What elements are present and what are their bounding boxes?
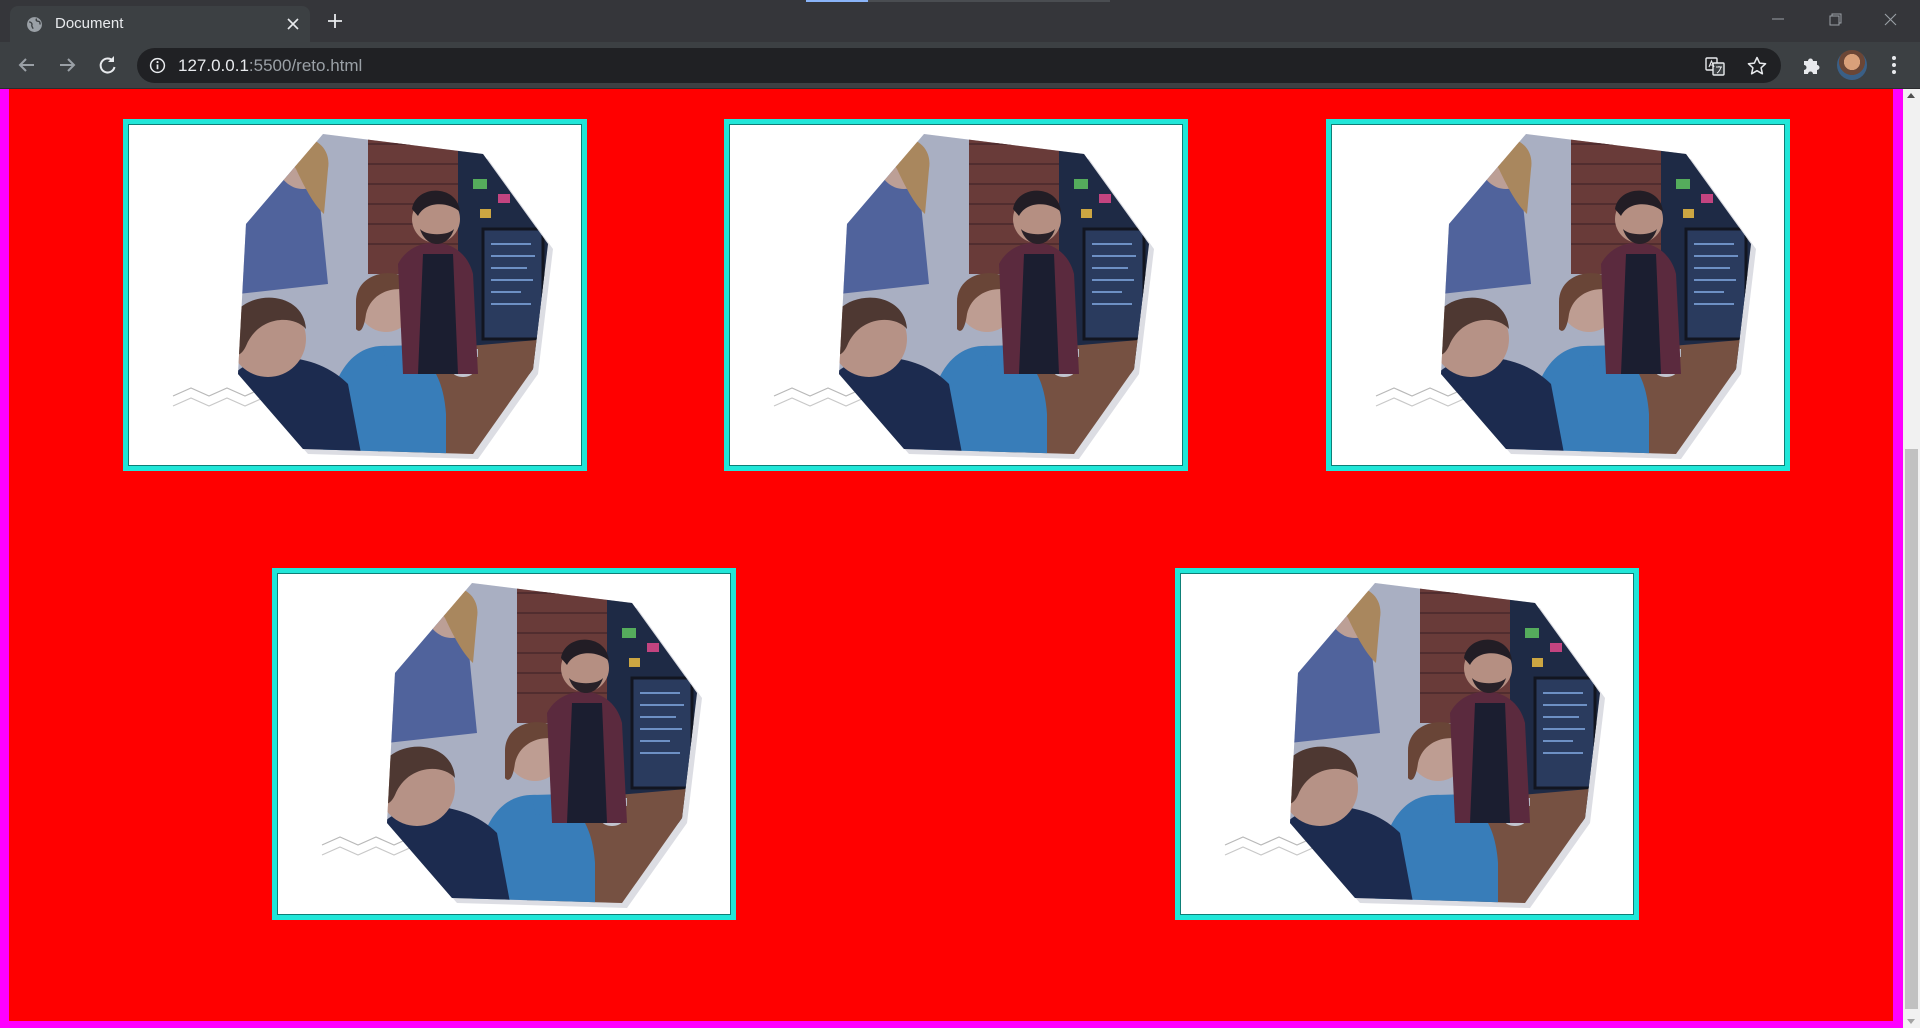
globe-icon — [27, 17, 42, 32]
scroll-down-arrow-icon[interactable] — [1907, 1019, 1915, 1024]
loading-indicator — [806, 0, 1110, 2]
minimize-icon[interactable] — [1750, 0, 1806, 40]
tab-document[interactable]: Document — [10, 6, 310, 42]
restore-icon[interactable] — [1806, 0, 1862, 40]
team-photo-image — [128, 124, 582, 466]
forward-arrow-icon[interactable] — [53, 51, 81, 79]
image-card — [724, 119, 1188, 471]
puzzle-icon[interactable] — [1799, 52, 1825, 78]
vertical-scrollbar[interactable] — [1903, 89, 1920, 1028]
team-photo-image — [1180, 573, 1634, 915]
browser-toolbar: 127.0.0.1:5500/reto.html — [0, 42, 1920, 89]
close-icon[interactable] — [282, 13, 304, 35]
avatar[interactable] — [1837, 50, 1867, 80]
scroll-up-arrow-icon[interactable] — [1907, 93, 1915, 98]
plus-icon[interactable] — [323, 9, 347, 33]
url-host: 127.0.0.1 — [178, 56, 249, 75]
team-photo-image — [277, 573, 731, 915]
tab-title: Document — [55, 15, 124, 32]
star-icon[interactable] — [1746, 55, 1768, 77]
page-body — [9, 89, 1893, 1021]
page-viewport — [0, 89, 1920, 1028]
scrollbar-thumb[interactable] — [1905, 449, 1918, 1009]
more-vert-icon[interactable] — [1881, 52, 1907, 78]
tab-strip: Document — [0, 0, 1920, 42]
reload-icon[interactable] — [93, 51, 121, 79]
team-photo-image — [729, 124, 1183, 466]
address-bar[interactable]: 127.0.0.1:5500/reto.html — [137, 48, 1781, 83]
url-path: :5500/reto.html — [248, 56, 363, 75]
team-photo-image — [1331, 124, 1785, 466]
image-card — [123, 119, 587, 471]
translate-icon[interactable] — [1704, 55, 1726, 77]
url-text[interactable]: 127.0.0.1:5500/reto.html — [178, 56, 362, 76]
image-card — [272, 568, 736, 920]
image-card — [1326, 119, 1790, 471]
image-card — [1175, 568, 1639, 920]
info-icon[interactable] — [149, 57, 166, 74]
back-arrow-icon[interactable] — [13, 51, 41, 79]
window-close-icon[interactable] — [1862, 0, 1918, 40]
